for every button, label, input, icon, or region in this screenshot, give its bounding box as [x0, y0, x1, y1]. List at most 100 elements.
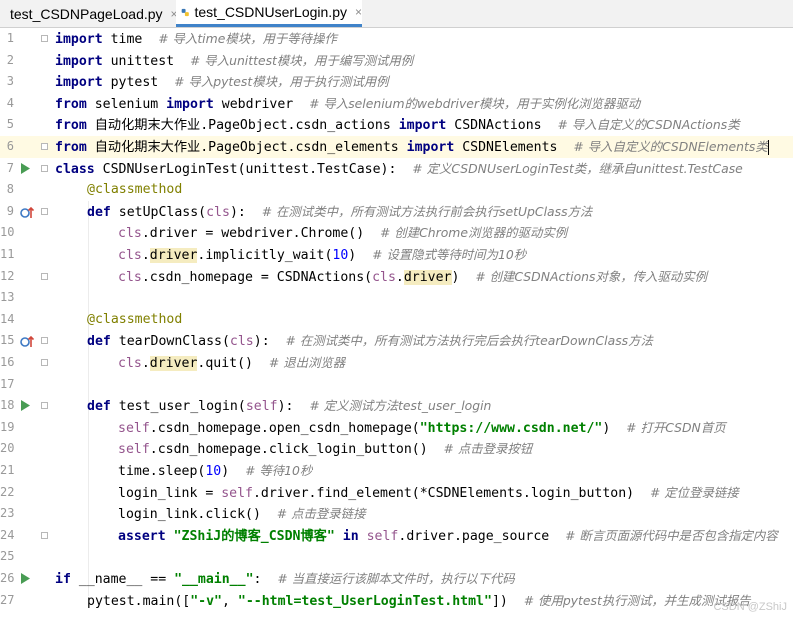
- code-token: self: [221, 485, 253, 501]
- code-token: self: [118, 420, 150, 436]
- code-text: import time # 导入time模块，用于等待操作: [55, 28, 337, 51]
- code-token: cls: [206, 204, 230, 220]
- code-text: cls.driver.quit() # 退出浏览器: [118, 352, 345, 375]
- code-token: in: [342, 528, 359, 544]
- code-text: self.csdn_homepage.open_csdn_homepage("h…: [118, 417, 726, 440]
- code-line: 22 login_link = self.driver.find_element…: [0, 482, 793, 504]
- code-line: 13: [0, 287, 793, 309]
- code-token: import: [55, 32, 103, 47]
- code-line: 4 from selenium import webdriver # 导入sel…: [0, 93, 793, 115]
- line-number: 5: [6, 117, 14, 132]
- fold-icon[interactable]: [41, 35, 48, 42]
- line-number: 1: [6, 31, 14, 45]
- code-comment: # 点击登录链接: [276, 506, 366, 522]
- code-text: from selenium import webdriver # 导入selen…: [55, 93, 640, 116]
- code-token: ):: [277, 399, 310, 415]
- code-token: driver: [149, 248, 198, 263]
- line-number: 7: [6, 160, 14, 175]
- code-token: cls: [118, 226, 142, 242]
- code-token: :: [253, 572, 278, 587]
- fold-icon[interactable]: [41, 272, 48, 280]
- code-token: import: [406, 140, 455, 155]
- line-number: 27: [0, 592, 15, 607]
- decorator: @classmethod: [87, 182, 183, 198]
- run-icon[interactable]: [20, 395, 34, 417]
- tab-test-csdnuserlogin[interactable]: test_CSDNUserLogin.py ×: [176, 0, 362, 27]
- code-token: login_link =: [118, 485, 222, 501]
- code-token: unittest: [102, 53, 190, 69]
- line-number: 2: [6, 52, 14, 67]
- line-number: 11: [0, 247, 15, 261]
- breakpoint-override-icon[interactable]: [20, 201, 34, 223]
- code-comment: # 打开CSDN首页: [626, 419, 726, 435]
- code-text: from 自动化期末大作业.PageObject.csdn_elements i…: [55, 136, 769, 159]
- breakpoint-override-icon[interactable]: [20, 330, 34, 352]
- code-token: from: [55, 118, 87, 134]
- run-icon[interactable]: [20, 158, 34, 180]
- decorator: @classmethod: [87, 311, 183, 327]
- code-token: import: [398, 118, 447, 134]
- code-token: .driver.page_source: [398, 528, 566, 544]
- fold-icon[interactable]: [41, 531, 48, 539]
- close-icon[interactable]: ×: [355, 5, 362, 19]
- code-token: CSDNActions: [446, 118, 558, 134]
- code-comment: # 创建CSDNActions对象，传入驱动实例: [475, 268, 707, 284]
- code-text: login_link.click() # 点击登录链接: [118, 503, 365, 526]
- code-editor[interactable]: 1 import time # 导入time模块，用于等待操作 2 import…: [0, 28, 793, 617]
- code-token: .quit(): [197, 356, 269, 371]
- code-token: .driver.find_element(*CSDNElements.login…: [252, 485, 650, 501]
- code-comment: # 设置隐式等待时间为10秒: [372, 247, 527, 262]
- code-line: 27 pytest.main(["-v", "--html=test_UserL…: [0, 590, 793, 612]
- code-line: 20 self.csdn_homepage.click_login_button…: [0, 438, 793, 460]
- run-icon[interactable]: [20, 568, 34, 590]
- code-token: if: [55, 572, 71, 587]
- code-text: pytest.main(["-v", "--html=test_UserLogi…: [87, 590, 751, 613]
- code-token: pytest: [102, 75, 175, 91]
- code-text: time.sleep(10) # 等待10秒: [118, 460, 312, 483]
- line-number: 12: [0, 268, 15, 283]
- python-file-icon: [181, 8, 189, 16]
- code-comment: # 点击登录按钮: [443, 441, 533, 457]
- line-number: 15: [0, 333, 15, 348]
- code-line: 10 cls.driver = webdriver.Chrome() # 创建C…: [0, 222, 793, 244]
- code-token: setUpClass(: [110, 204, 207, 220]
- tab-test-csdnpageload[interactable]: test_CSDNPageLoad.py ×: [0, 0, 178, 27]
- code-comment: # 导入selenium的webdriver模块，用于实例化浏览器驱动: [309, 95, 641, 111]
- code-token: 10: [205, 464, 222, 479]
- line-number: 25: [0, 549, 15, 564]
- code-token: cls: [229, 334, 254, 350]
- code-line: 16 cls.driver.quit() # 退出浏览器: [0, 352, 793, 374]
- fold-icon[interactable]: [41, 164, 48, 172]
- code-comment: # 在测试类中，所有测试方法执行完后会执行tearDownClass方法: [285, 333, 653, 349]
- fold-icon[interactable]: [41, 337, 48, 345]
- code-line: 23 login_link.click() # 点击登录链接: [0, 503, 793, 525]
- code-token: driver: [403, 269, 452, 285]
- text-caret: [767, 139, 769, 155]
- line-number: 8: [6, 182, 14, 197]
- code-token: ):: [229, 204, 262, 220]
- code-line: 18 def test_user_login(self): # 定义测试方法te…: [0, 395, 793, 417]
- code-token: 自动化期末大作业.PageObject.csdn_actions: [86, 118, 399, 134]
- code-text: def test_user_login(self): # 定义测试方法test_…: [87, 395, 491, 418]
- line-number: 24: [0, 527, 15, 542]
- code-token: 10: [332, 248, 349, 263]
- code-text: cls.csdn_homepage = CSDNActions(cls.driv…: [118, 266, 707, 289]
- code-token: self: [366, 528, 399, 544]
- code-comment: # 导入自定义的CSDNActions类: [557, 117, 740, 133]
- code-text: cls.driver.implicitly_wait(10) # 设置隐式等待时…: [118, 244, 526, 267]
- code-token: __name__ ==: [70, 572, 175, 587]
- code-line: 5 from 自动化期末大作业.PageObject.csdn_actions …: [0, 114, 793, 136]
- code-token: ,: [221, 593, 238, 609]
- line-number: 3: [6, 74, 14, 89]
- code-line: 9 def setUpClass(cls): # 在测试类中，所有测试方法执行前…: [0, 201, 793, 223]
- code-line: 15 def tearDownClass(cls): # 在测试类中，所有测试方…: [0, 330, 793, 352]
- code-token: webdriver: [213, 96, 310, 112]
- fold-icon[interactable]: [41, 402, 48, 410]
- code-token: ):: [253, 334, 286, 350]
- code-comment: # 退出浏览器: [268, 355, 346, 370]
- fold-icon[interactable]: [41, 207, 48, 215]
- fold-icon[interactable]: [41, 359, 48, 366]
- fold-icon[interactable]: [41, 143, 48, 150]
